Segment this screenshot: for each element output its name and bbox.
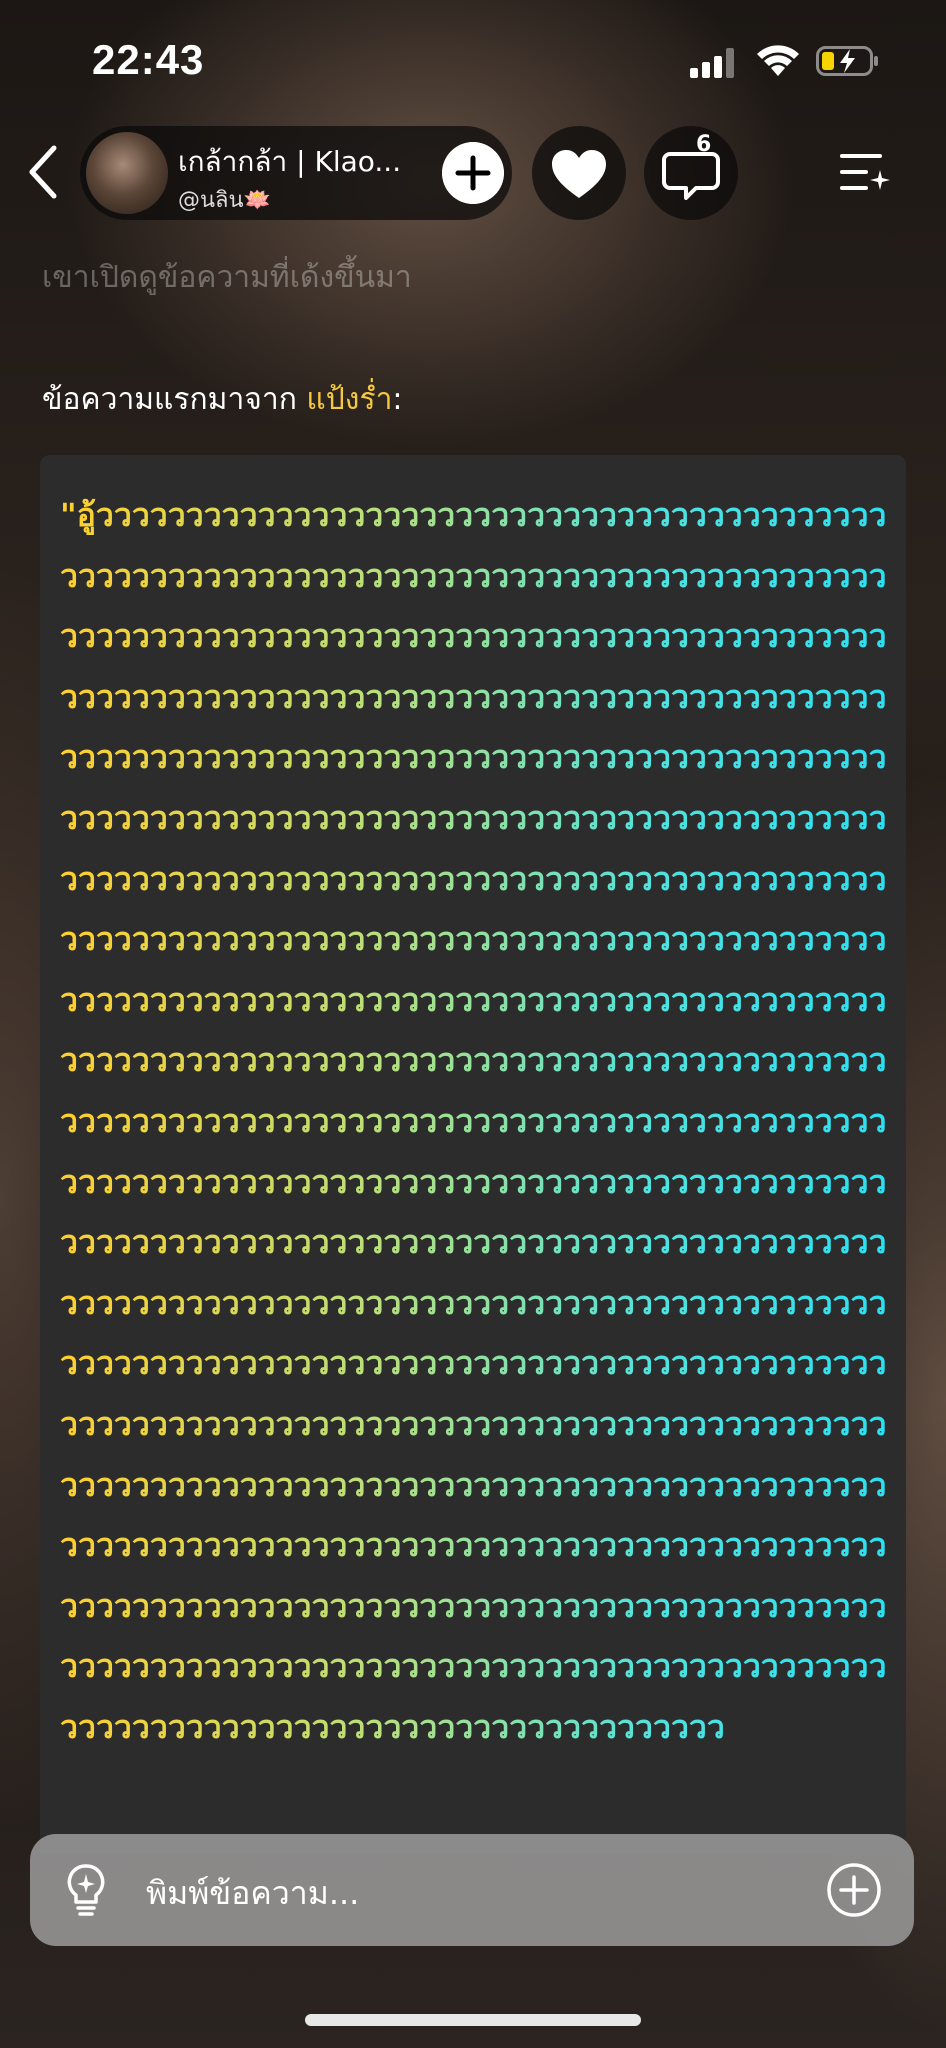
message-input-placeholder[interactable]: พิมพ์ข้อความ...: [146, 1868, 359, 1919]
message-card: "อู้วววววววววววววววววววววววววววววววววววว…: [40, 455, 906, 1855]
sender-name: แป้งร่ำ: [306, 382, 393, 417]
message-input-bar[interactable]: พิมพ์ข้อความ...: [30, 1834, 914, 1946]
battery-charging-icon: [816, 46, 878, 76]
like-button[interactable]: [532, 126, 626, 220]
wifi-icon: [757, 45, 799, 76]
back-button[interactable]: [20, 142, 66, 202]
heart-icon: [552, 150, 606, 198]
profile-handle: @นลิน🪷: [178, 188, 271, 213]
previous-message-text: เขาเปิดดูข้อความที่เด้งขึ้นมา: [42, 260, 412, 295]
status-bar: 22:43: [0, 0, 946, 120]
menu-sparkle-button[interactable]: [836, 144, 892, 200]
first-message-caption: ข้อความแรกมาจาก แป้งร่ำ:: [42, 376, 403, 423]
home-indicator[interactable]: [305, 2014, 641, 2026]
add-button[interactable]: [442, 142, 504, 204]
status-time: 22:43: [92, 36, 205, 83]
profile-name: เกล้ากล้า | Klao...: [178, 145, 402, 178]
comments-button[interactable]: 6: [644, 126, 738, 220]
first-message-prefix: ข้อความแรกมาจาก: [42, 382, 307, 417]
comment-icon: [662, 152, 720, 200]
first-message-suffix: :: [392, 382, 403, 417]
avatar[interactable]: [86, 132, 168, 214]
profile-pill[interactable]: เกล้ากล้า | Klao... @นลิน🪷: [80, 126, 512, 220]
add-attachment-icon[interactable]: [826, 1862, 882, 1918]
lightbulb-idea-icon[interactable]: [62, 1862, 110, 1918]
comment-count-badge: 6: [696, 132, 712, 157]
chat-header: เกล้ากล้า | Klao... @นลิน🪷 6: [0, 118, 946, 228]
cellular-signal-icon: [690, 48, 738, 78]
message-body: "อู้วววววววววววววววววววววววววววววววววววว…: [60, 485, 890, 1757]
